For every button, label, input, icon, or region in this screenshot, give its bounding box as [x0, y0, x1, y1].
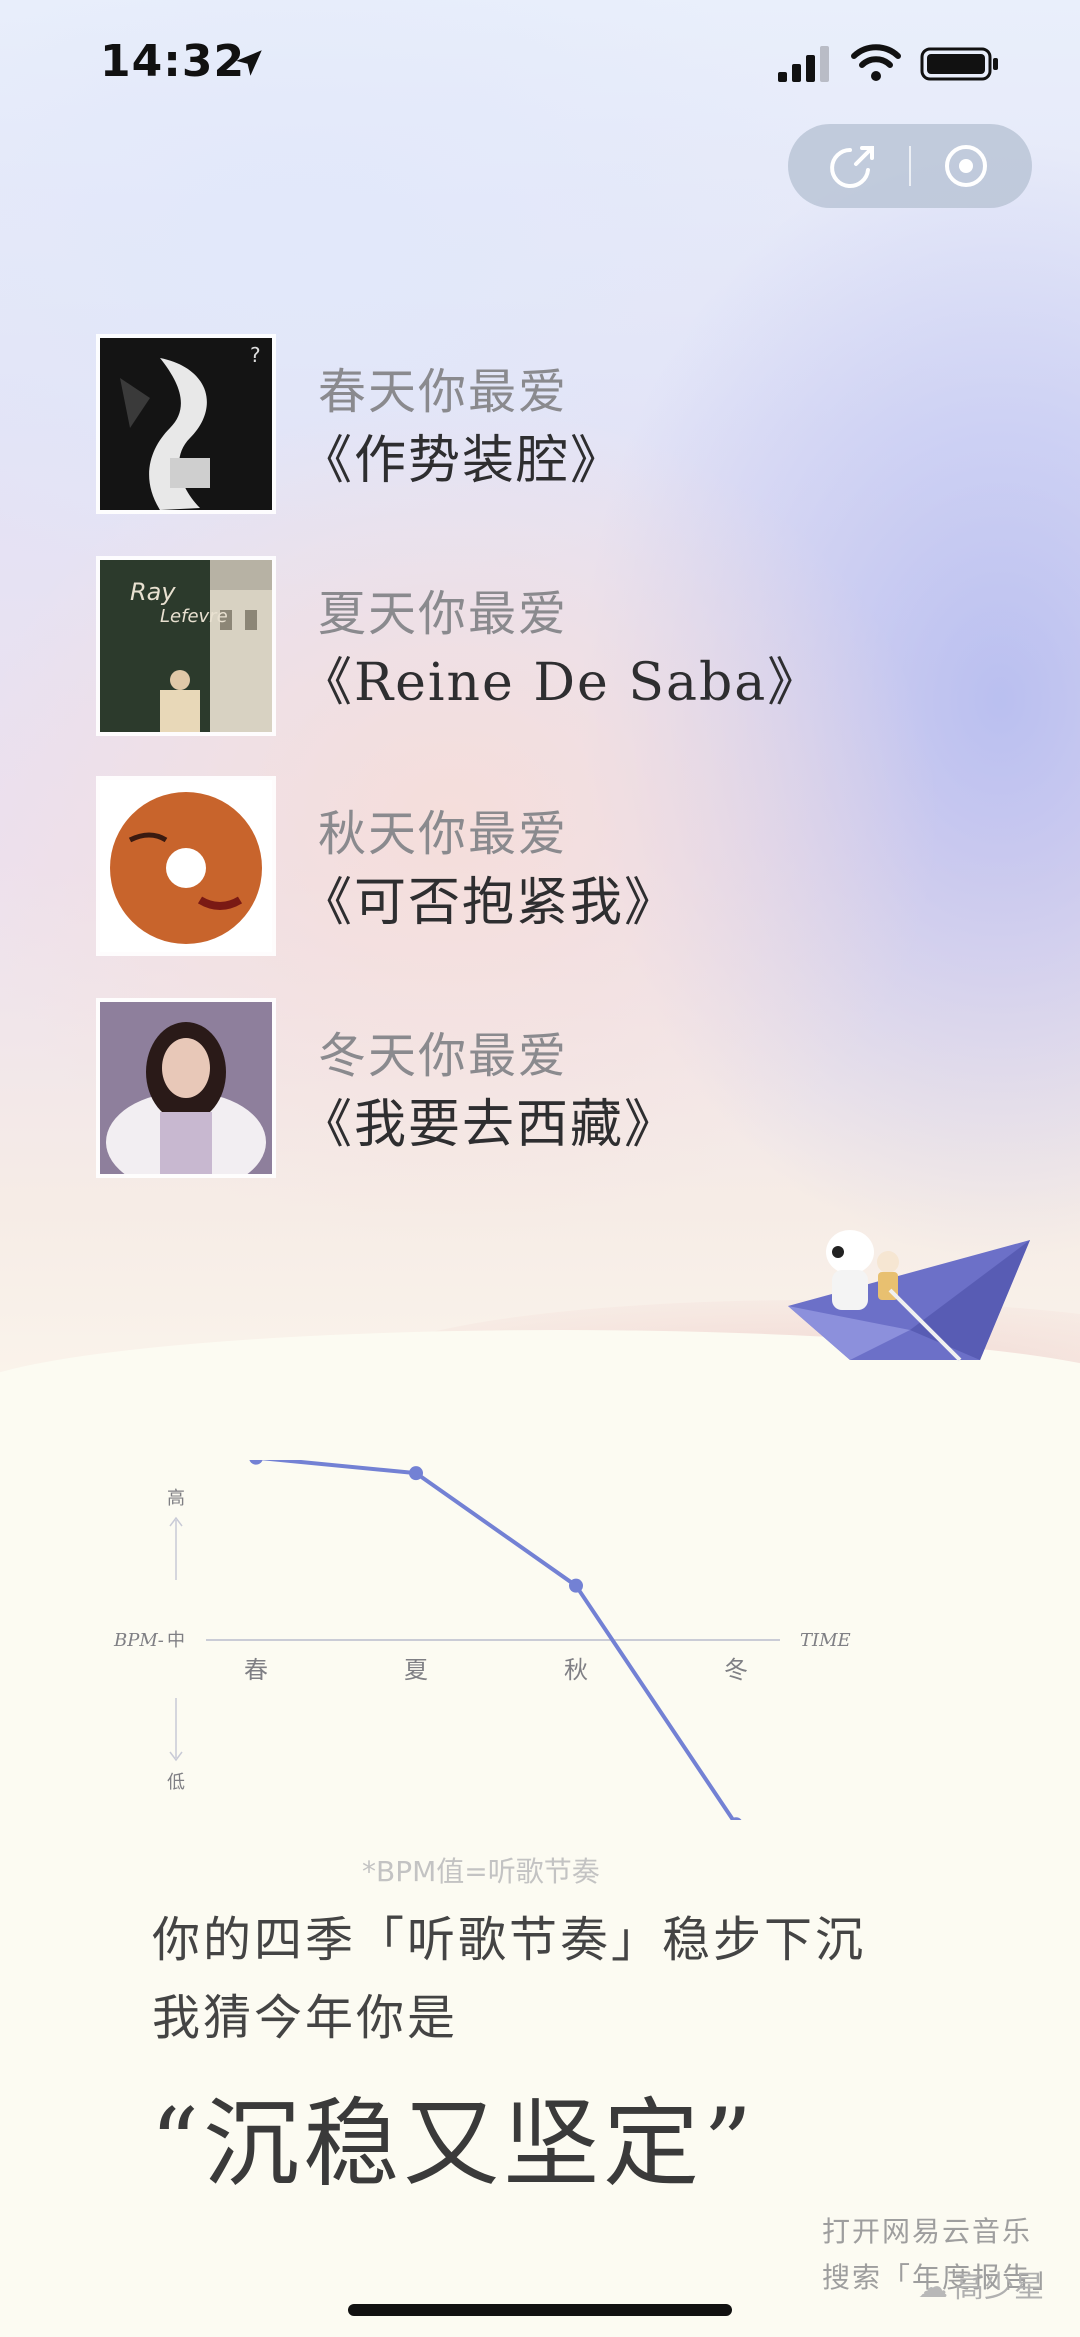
x-tick-label-2: 秋 [564, 1656, 588, 1684]
song-title: 《作势装腔》 [300, 431, 625, 491]
watermark-text: 高少星 [954, 2270, 1044, 2305]
data-point-1 [409, 1466, 423, 1481]
album-cover: ? [100, 338, 272, 510]
status-time: 14:32 [100, 36, 246, 87]
cta-line-1: 打开网易云音乐 [822, 2215, 1033, 2248]
album-cover [100, 1002, 272, 1174]
list-item[interactable]: Ray Lefevre 夏天你最爱 《Reine De Saba》 [100, 560, 1000, 740]
season-label: 春天你最爱 [318, 364, 569, 420]
svg-text:Lefevre: Lefevre [160, 606, 228, 627]
capsule-divider [909, 146, 911, 186]
song-title: 《可否抱紧我》 [300, 873, 679, 933]
share-icon[interactable] [828, 140, 880, 192]
season-label: 冬天你最爱 [318, 1028, 569, 1084]
y-level-mid: 中 [167, 1630, 185, 1651]
cellular-signal-icon [778, 46, 829, 82]
y-level-low: 低 [167, 1772, 185, 1793]
list-item[interactable]: ? 春天你最爱 《作势装腔》 [100, 338, 1000, 518]
summary-quote: “沉稳又坚定” [150, 2088, 757, 2200]
list-item[interactable]: 冬天你最爱 《我要去西藏》 [100, 1002, 1000, 1182]
data-point-0 [249, 1460, 263, 1465]
song-title: 《Reine De Saba》 [300, 653, 822, 713]
album-cover: Ray Lefevre [100, 560, 272, 732]
x-tick-label-3: 冬 [724, 1656, 748, 1684]
location-arrow-icon [236, 50, 262, 76]
x-tick-label-1: 夏 [404, 1656, 428, 1684]
annual-report-page: 14:32 ? 春天你最爱 《作势装腔》 Ray Lefevre 夏天你最爱 《… [0, 0, 1080, 2337]
y-level-high: 高 [167, 1488, 185, 1509]
svg-text:?: ? [250, 343, 261, 367]
data-point-2 [569, 1578, 583, 1593]
wechat-icon: ☁ [918, 2270, 948, 2305]
battery-icon [920, 47, 998, 81]
season-label: 秋天你最爱 [318, 806, 569, 862]
song-title: 《我要去西藏》 [300, 1095, 679, 1155]
bpm-footnote: *BPM值=听歌节奏 [362, 1855, 600, 1888]
watermark: ☁ 高少星 [918, 2262, 1044, 2306]
home-indicator[interactable] [348, 2304, 732, 2316]
bpm-chart: 高 低 BPM- 中 TIME 春 夏 秋 冬 [113, 1460, 851, 1820]
x-tick-label-0: 春 [244, 1656, 268, 1684]
wifi-icon [851, 44, 901, 81]
x-axis-label: TIME [800, 1630, 851, 1651]
list-item[interactable]: 秋天你最爱 《可否抱紧我》 [100, 780, 1000, 960]
paper-boat-illustration [788, 1230, 1030, 1362]
svg-text:Ray: Ray [130, 578, 176, 606]
album-cover [100, 780, 272, 952]
mini-program-close-icon[interactable] [940, 140, 992, 192]
y-axis-label: BPM- [113, 1630, 164, 1651]
summary-line-1: 你的四季「听歌节奏」稳步下沉 [152, 1912, 867, 1968]
mini-program-capsule [788, 124, 1032, 208]
summary-line-2: 我猜今年你是 [152, 1990, 459, 2046]
status-bar: 14:32 [0, 0, 1080, 130]
season-label: 夏天你最爱 [318, 586, 569, 642]
